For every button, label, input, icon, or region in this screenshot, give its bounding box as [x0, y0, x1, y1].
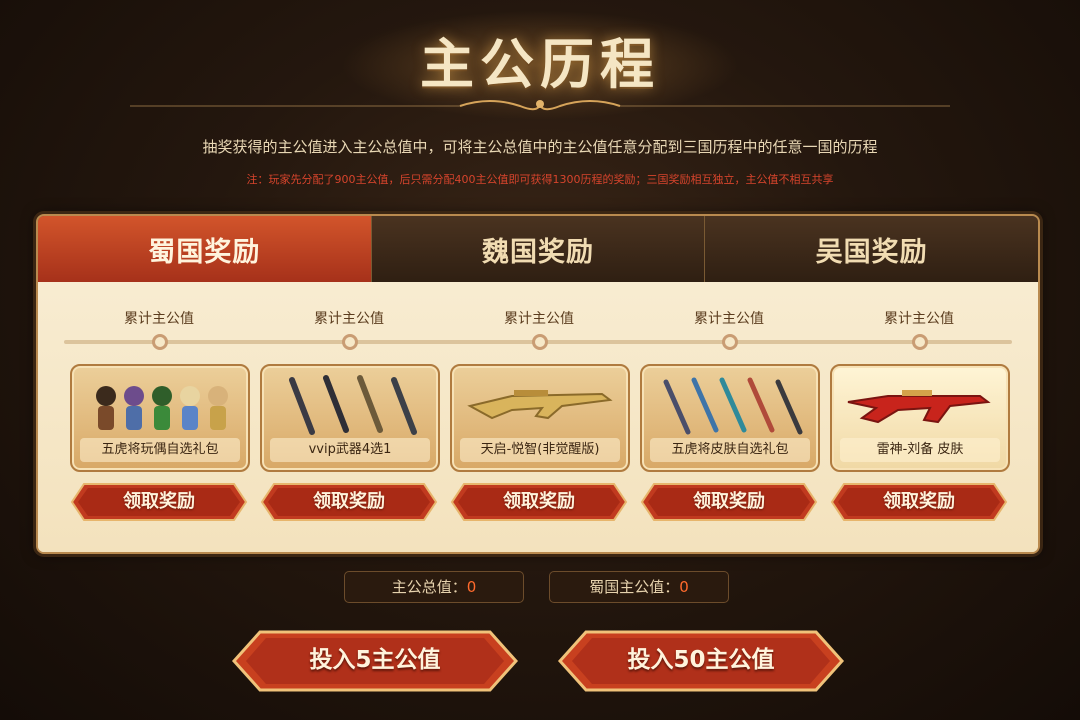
tab-wu-label: 吴国奖励 [815, 236, 928, 268]
claim-reward-label: 领取奖励 [883, 491, 955, 512]
claim-reward-label: 领取奖励 [503, 491, 575, 512]
claim-reward-label: 领取奖励 [693, 491, 765, 512]
reward-name: 五虎将玩偶自选礼包 [80, 438, 240, 462]
reward-card: 五虎将皮肤自选礼包 [640, 364, 820, 472]
reward-name: 五虎将皮肤自选礼包 [650, 438, 810, 462]
reward-name: vvip武器4选1 [270, 438, 430, 462]
reward-panel: 蜀国奖励 魏国奖励 吴国奖励 累计主公值 五虎将玩偶自选礼包 领取奖励 累计主公… [36, 214, 1040, 554]
invest-50-label: 投入50主公值 [627, 647, 775, 673]
claim-reward-label: 领取奖励 [123, 491, 195, 512]
invest-5-button[interactable]: 投入5主公值 [230, 628, 520, 694]
tab-wei[interactable]: 魏国奖励 [370, 216, 705, 282]
reward-item: 累计主公值 雷神-刘备 皮肤 领取奖励 [828, 282, 1010, 552]
title-ornament-icon [130, 100, 950, 111]
reward-name: 天启-悦智(非觉醒版) [460, 438, 620, 462]
note-text: 注：玩家先分配了900主公值，后只需分配400主公值即可获得1300历程的奖励；… [246, 173, 834, 186]
skin-rifles-icon [663, 377, 803, 435]
tab-wu[interactable]: 吴国奖励 [704, 216, 1038, 282]
progress-node [722, 334, 738, 350]
page-title: 主公历程 [420, 32, 660, 96]
claim-reward-label: 领取奖励 [313, 491, 385, 512]
golden-rifle-icon [467, 390, 613, 420]
tab-shu-label: 蜀国奖励 [148, 236, 261, 268]
threshold-label: 累计主公值 [694, 311, 764, 327]
claim-reward-button[interactable]: 领取奖励 [260, 482, 438, 522]
shu-value-display: 蜀国主公值：0 [549, 571, 729, 603]
reward-card: vvip武器4选1 [260, 364, 440, 472]
reward-card: 雷神-刘备 皮肤 [830, 364, 1010, 472]
total-value-number: 0 [466, 578, 477, 596]
claim-reward-button[interactable]: 领取奖励 [640, 482, 818, 522]
claim-reward-button[interactable]: 领取奖励 [450, 482, 628, 522]
reward-card: 五虎将玩偶自选礼包 [70, 364, 250, 472]
reward-item: 累计主公值 五虎将玩偶自选礼包 领取奖励 [68, 282, 250, 552]
threshold-label: 累计主公值 [884, 311, 954, 327]
invest-5-label: 投入5主公值 [309, 647, 441, 673]
claim-reward-button[interactable]: 领取奖励 [70, 482, 248, 522]
total-value-label: 主公总值： [391, 578, 467, 596]
rifles-icon [289, 375, 417, 435]
progress-node [912, 334, 928, 350]
hero-figures-icon [96, 386, 228, 430]
kingdom-tabs: 蜀国奖励 魏国奖励 吴国奖励 [38, 216, 1038, 291]
progress-node [342, 334, 358, 350]
claim-reward-button[interactable]: 领取奖励 [830, 482, 1008, 522]
reward-item: 累计主公值 vvip武器4选1 领取奖励 [258, 282, 440, 552]
reward-item: 累计主公值 天启-悦智(非觉醒版) 领取奖励 [448, 282, 630, 552]
threshold-label: 累计主公值 [504, 311, 574, 327]
shu-value-label: 蜀国主公值： [589, 578, 680, 596]
total-value-display: 主公总值：0 [344, 571, 524, 603]
description-text: 抽奖获得的主公值进入主公总值中，可将主公总值中的主公值任意分配到三国历程中的任意… [202, 138, 878, 156]
threshold-label: 累计主公值 [314, 311, 384, 327]
invest-50-button[interactable]: 投入50主公值 [556, 628, 846, 694]
reward-card: 天启-悦智(非觉醒版) [450, 364, 630, 472]
shu-value-number: 0 [679, 578, 689, 596]
reward-name: 雷神-刘备 皮肤 [840, 438, 1000, 462]
title-area: 主公历程 [0, 0, 1080, 125]
red-rifle-icon [847, 390, 991, 424]
tab-wei-label: 魏国奖励 [482, 236, 594, 268]
tab-shu[interactable]: 蜀国奖励 [38, 216, 371, 291]
progress-node [152, 334, 168, 350]
threshold-label: 累计主公值 [124, 311, 194, 327]
progress-node [532, 334, 548, 350]
reward-item: 累计主公值 五虎将皮肤自选礼包 领取奖励 [638, 282, 820, 552]
reward-track: 累计主公值 五虎将玩偶自选礼包 领取奖励 累计主公值 vvip武器4选1 领取奖… [38, 282, 1038, 552]
